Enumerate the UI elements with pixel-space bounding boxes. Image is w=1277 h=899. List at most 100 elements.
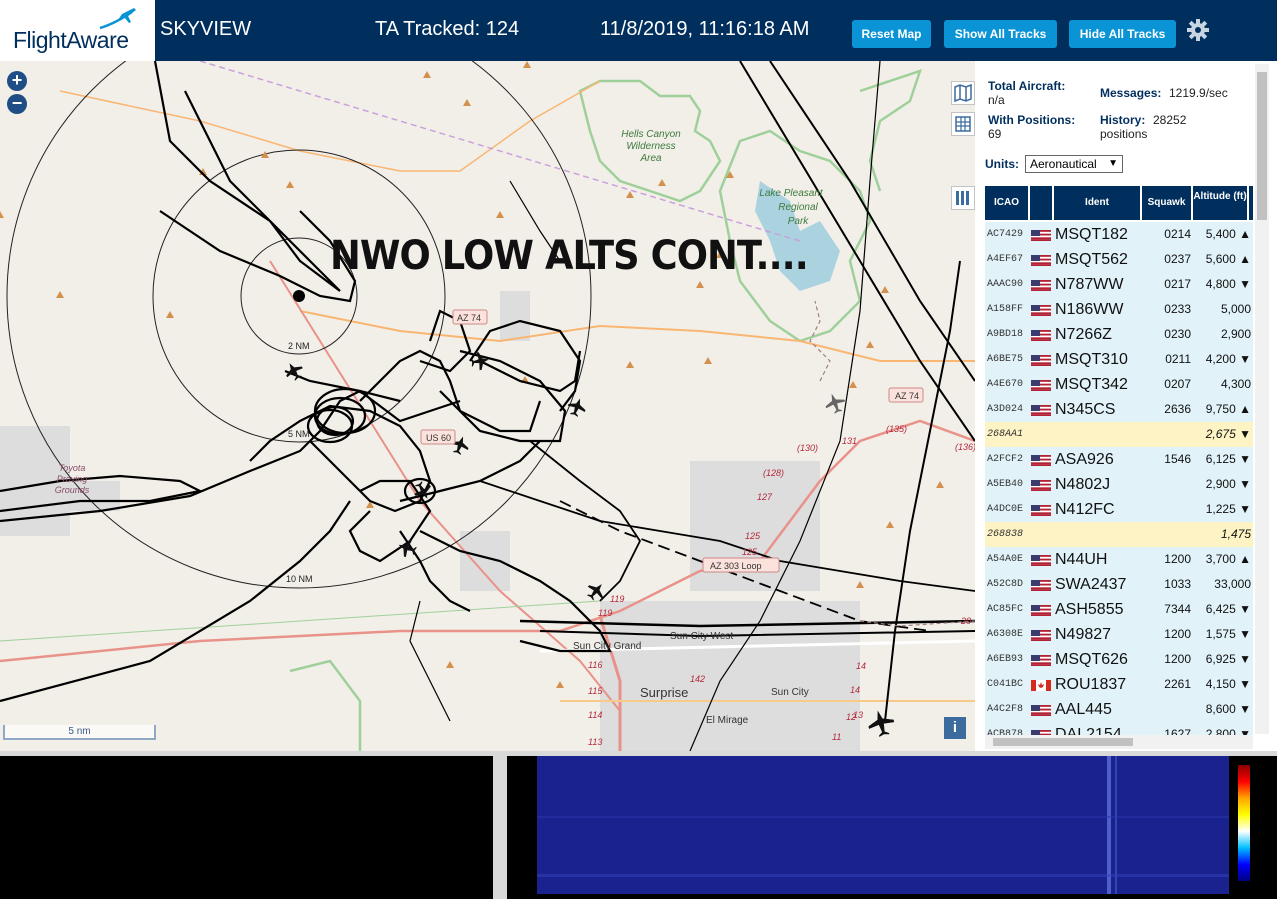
cell-altitude: 6,425 ▼ [1205, 602, 1251, 616]
cell-altitude: 2,900 [1220, 327, 1251, 341]
zoom-in-button[interactable]: + [7, 71, 27, 91]
top-bar: FlightAware SKYVIEW TA Tracked: 124 11/8… [0, 0, 1277, 61]
col-header-flag[interactable] [1030, 186, 1052, 220]
table-row[interactable]: A4C2F8 AAL445 8,600 ▼ [985, 697, 1253, 722]
us-flag-icon [1031, 230, 1051, 241]
alt-label: 116 [588, 660, 602, 670]
cell-icao: A6308E [987, 629, 1024, 640]
table-row[interactable]: A4EF67 MSQT562 0237 5,600 ▲ [985, 247, 1253, 272]
alt-label: 119 [598, 608, 612, 618]
table-row[interactable]: AAAC90 N787WW 0217 4,800 ▼ [985, 272, 1253, 297]
us-flag-icon [1031, 405, 1051, 416]
cell-ident: ROU1837 [1055, 676, 1127, 693]
cell-ident [1055, 422, 1143, 447]
cell-squawk [1145, 697, 1191, 722]
table-row[interactable]: AC85FC ASH5855 7344 6,425 ▼ [985, 597, 1253, 622]
table-row[interactable]: A158FF N186WW 0233 5,000 [985, 297, 1253, 322]
cell-squawk [1145, 422, 1191, 447]
alt-label: 114 [588, 710, 602, 720]
us-flag-icon [1031, 255, 1051, 266]
table-row[interactable]: A2FCF2 ASA926 1546 6,125 ▼ [985, 447, 1253, 472]
history-value: 28252 [1153, 113, 1187, 127]
label-surprise: Surprise [640, 685, 688, 700]
cell-squawk: 0211 [1165, 352, 1191, 366]
map-layer-icon[interactable] [951, 81, 975, 105]
reset-map-button[interactable]: Reset Map [852, 20, 931, 48]
label-az74-b: AZ 74 [895, 391, 919, 401]
waterfall-noise [537, 756, 1229, 894]
label-lake-pleasant-2: Regional [778, 202, 818, 213]
cell-altitude: 4,200 ▼ [1205, 352, 1251, 366]
table-row[interactable]: C041BC ROU1837 2261 4,150 ▼ [985, 672, 1253, 697]
alt-label: (128) [763, 468, 784, 478]
columns-toggle-icon[interactable] [951, 186, 975, 210]
cell-ident: N787WW [1055, 276, 1124, 293]
cell-altitude: 4,300 [1220, 377, 1251, 391]
us-flag-icon [1031, 305, 1051, 316]
cell-squawk: 0230 [1164, 327, 1191, 341]
col-header-altitude[interactable]: Altitude (ft) [1193, 186, 1247, 220]
cell-icao: A4E670 [987, 379, 1024, 390]
canada-flag-icon [1031, 680, 1051, 691]
table-row[interactable]: 268AA1 2,675 ▼ [985, 422, 1253, 447]
cell-ident: N412FC [1055, 501, 1115, 518]
label-sun-city: Sun City [771, 687, 809, 698]
label-hells-canyon-1: Hells Canyon [621, 129, 681, 140]
cell-altitude: 6,125 ▼ [1205, 452, 1251, 466]
table-row[interactable]: A6BE75 MSQT310 0211 4,200 ▼ [985, 347, 1253, 372]
flightaware-logo[interactable]: FlightAware [0, 0, 155, 61]
total-aircraft-value: n/a [988, 93, 1005, 107]
alt-label: 119 [610, 594, 624, 604]
table-row[interactable]: A6308E N49827 1200 1,575 ▼ [985, 622, 1253, 647]
color-scale [1238, 765, 1250, 881]
table-row[interactable]: A52C8D SWA2437 1033 33,000 [985, 572, 1253, 597]
cell-squawk [1145, 497, 1191, 522]
alt-label: (130) [797, 443, 818, 453]
scrollbar-thumb[interactable] [993, 738, 1133, 746]
grid-toggle-icon[interactable] [951, 112, 975, 136]
table-row[interactable]: A4DC0E N412FC 1,225 ▼ [985, 497, 1253, 522]
cell-ident: ASA926 [1055, 451, 1114, 468]
messages-value: 1219.9/sec [1169, 86, 1228, 100]
hide-all-tracks-button[interactable]: Hide All Tracks [1069, 20, 1176, 48]
cell-ident: AAL445 [1055, 701, 1112, 718]
table-row[interactable]: AC7429 MSQT182 0214 5,400 ▲ [985, 222, 1253, 247]
map-view[interactable]: Hells Canyon Wilderness Area Lake Pleasa… [0, 61, 975, 751]
cell-altitude: 1,225 ▼ [1205, 502, 1251, 516]
cell-altitude: 1,575 ▼ [1205, 627, 1251, 641]
range-label-2nm: 2 NM [288, 341, 310, 351]
units-select[interactable]: Aeronautical ▼ [1025, 155, 1123, 173]
cell-icao: A4C2F8 [987, 704, 1024, 715]
cell-altitude: 8,600 ▼ [1205, 702, 1251, 716]
us-flag-icon [1031, 605, 1051, 616]
cell-ident: N44UH [1055, 551, 1108, 568]
us-flag-icon [1031, 555, 1051, 566]
horizontal-scrollbar[interactable] [985, 735, 1253, 749]
alt-label: 131 [842, 436, 857, 446]
col-header-squawk[interactable]: Squawk [1142, 186, 1191, 220]
columns-icon [956, 191, 969, 205]
table-row[interactable]: A6EB93 MSQT626 1200 6,925 ▼ [985, 647, 1253, 672]
table-row[interactable]: A3D024 N345CS 2636 9,750 ▲ [985, 397, 1253, 422]
vertical-scrollbar[interactable] [1255, 64, 1269, 734]
cell-altitude: 9,750 ▲ [1205, 402, 1251, 416]
zoom-out-button[interactable]: − [7, 94, 27, 114]
label-toyota-2: Proving [57, 474, 88, 484]
table-row[interactable]: A5EB40 N4802J 2,900 ▼ [985, 472, 1253, 497]
show-all-tracks-button[interactable]: Show All Tracks [944, 20, 1057, 48]
cell-icao: A5EB40 [987, 479, 1024, 490]
info-button[interactable]: i [944, 717, 966, 739]
scrollbar-thumb[interactable] [1257, 72, 1267, 220]
scale-bar: 5 nm [3, 725, 156, 740]
table-row[interactable]: A4E670 MSQT342 0207 4,300 [985, 372, 1253, 397]
table-row[interactable]: 268838 1,475 [985, 522, 1253, 547]
col-header-icao[interactable]: ICAO [985, 186, 1028, 220]
gear-icon[interactable] [1186, 18, 1210, 42]
alt-label: (136) [955, 442, 975, 452]
table-row[interactable]: A9BD18 N7266Z 0230 2,900 [985, 322, 1253, 347]
col-header-ident[interactable]: Ident [1054, 186, 1140, 220]
cell-squawk: 1033 [1164, 577, 1191, 591]
label-az74-a: AZ 74 [457, 313, 481, 323]
with-positions-label: With Positions: [988, 113, 1076, 127]
table-row[interactable]: A54A0E N44UH 1200 3,700 ▲ [985, 547, 1253, 572]
